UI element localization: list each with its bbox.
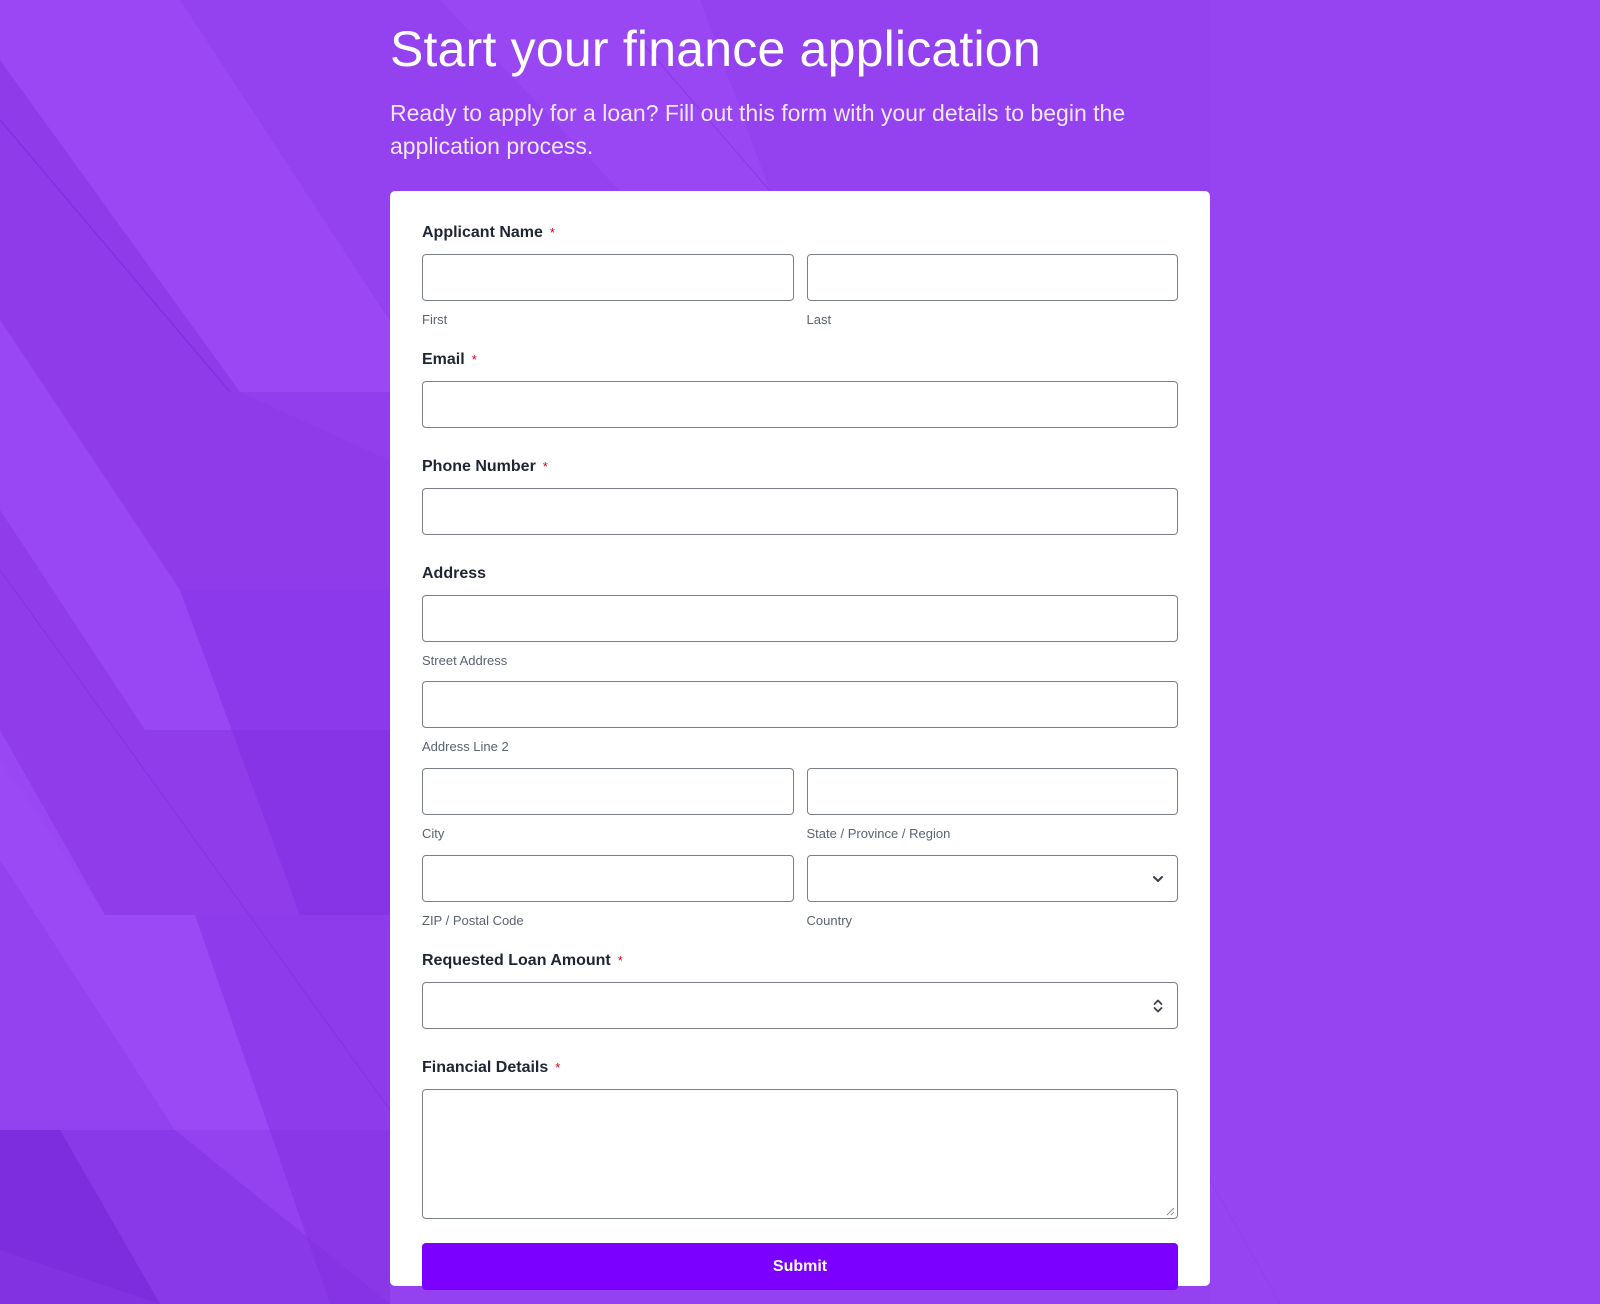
page-subtitle: Ready to apply for a loan? Fill out this… bbox=[390, 100, 1126, 159]
zip-input[interactable] bbox=[422, 855, 794, 902]
email-label: Email * bbox=[422, 350, 1178, 370]
country-sublabel: Country bbox=[806, 913, 853, 928]
phone-group: Phone Number * bbox=[422, 457, 1178, 535]
city-sublabel: City bbox=[422, 826, 445, 841]
loan-amount-label: Requested Loan Amount * bbox=[422, 951, 1178, 971]
resize-grip-icon[interactable] bbox=[1166, 1207, 1175, 1216]
phone-number-field[interactable] bbox=[422, 488, 1178, 535]
submit-button[interactable]: Submit bbox=[422, 1243, 1178, 1290]
state-sublabel: State / Province / Region bbox=[806, 826, 951, 841]
country-select[interactable] bbox=[806, 855, 1178, 902]
financial-details-group: Financial Details * bbox=[422, 1058, 1178, 1219]
zip-sublabel: ZIP / Postal Code bbox=[422, 913, 524, 928]
email-field[interactable] bbox=[422, 381, 1178, 428]
applicant-name-group: Applicant Name * First Last bbox=[422, 223, 1178, 328]
first-name-sublabel: First bbox=[422, 312, 448, 327]
financial-details-label-text: Financial Details bbox=[422, 1059, 549, 1076]
state-input[interactable] bbox=[806, 768, 1178, 815]
last-name-sublabel: Last bbox=[806, 312, 832, 327]
phone-label-text: Phone Number bbox=[422, 458, 536, 475]
address-line2-input[interactable] bbox=[422, 681, 1178, 728]
required-marker: * bbox=[549, 225, 555, 240]
required-marker: * bbox=[555, 1060, 561, 1075]
chevron-down-icon bbox=[1153, 875, 1163, 882]
application-form: Applicant Name * First Last Email * Phon… bbox=[390, 191, 1210, 1290]
address-group: Address Street Address Address Line 2 Ci… bbox=[422, 564, 1178, 929]
loan-amount-field[interactable] bbox=[422, 982, 1178, 1029]
email-group: Email * bbox=[422, 350, 1178, 428]
applicant-name-label-text: Applicant Name bbox=[422, 224, 543, 241]
page-content: Start your finance application Ready to … bbox=[390, 0, 1210, 1290]
phone-label: Phone Number * bbox=[422, 457, 1178, 477]
address-label: Address bbox=[422, 564, 1178, 584]
street-address-input[interactable] bbox=[422, 595, 1178, 642]
city-input[interactable] bbox=[422, 768, 794, 815]
required-marker: * bbox=[471, 352, 477, 367]
last-name-input[interactable] bbox=[806, 254, 1178, 301]
financial-details-textarea[interactable] bbox=[422, 1089, 1178, 1219]
loan-amount-group: Requested Loan Amount * bbox=[422, 951, 1178, 1029]
street-address-sublabel: Street Address bbox=[422, 653, 508, 668]
address-line2-sublabel: Address Line 2 bbox=[422, 739, 509, 754]
stepper-arrows-icon[interactable] bbox=[1151, 997, 1165, 1015]
address-label-text: Address bbox=[422, 565, 487, 582]
required-marker: * bbox=[617, 953, 623, 968]
email-label-text: Email bbox=[422, 351, 465, 368]
financial-details-label: Financial Details * bbox=[422, 1058, 1178, 1078]
page-title: Start your finance application bbox=[390, 21, 1041, 77]
first-name-input[interactable] bbox=[422, 254, 794, 301]
loan-amount-label-text: Requested Loan Amount bbox=[422, 952, 611, 969]
applicant-name-label: Applicant Name * bbox=[422, 223, 1178, 243]
required-marker: * bbox=[542, 459, 548, 474]
